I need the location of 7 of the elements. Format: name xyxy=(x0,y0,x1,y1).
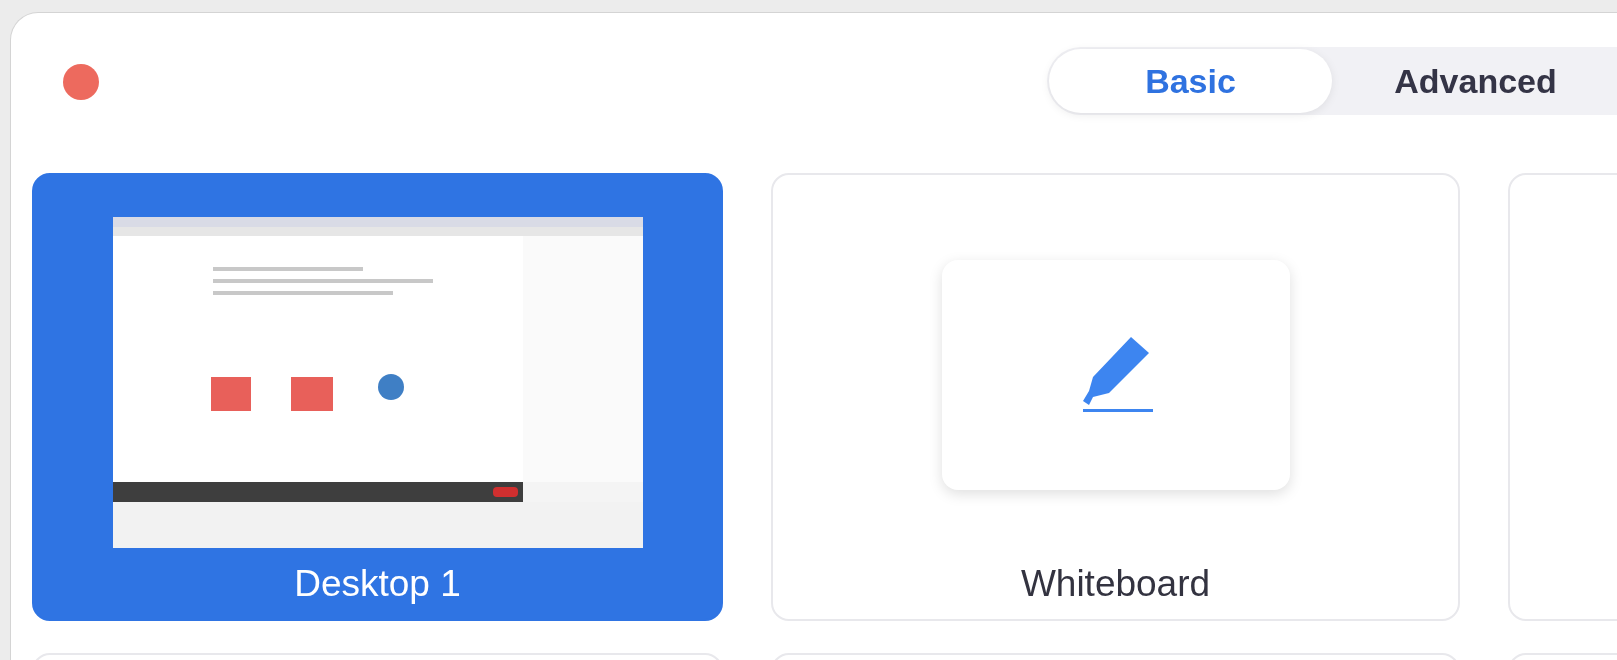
tab[interactable]: Basic xyxy=(1049,49,1332,113)
option-label: Desktop 1 xyxy=(294,563,461,605)
close-button[interactable] xyxy=(63,64,99,100)
share-option-card[interactable]: Whiteboard xyxy=(771,173,1460,621)
tab[interactable]: Advanced xyxy=(1334,49,1617,113)
share-option-card[interactable]: Desktop 1 xyxy=(32,173,723,621)
option-label: Whiteboard xyxy=(1020,563,1211,605)
